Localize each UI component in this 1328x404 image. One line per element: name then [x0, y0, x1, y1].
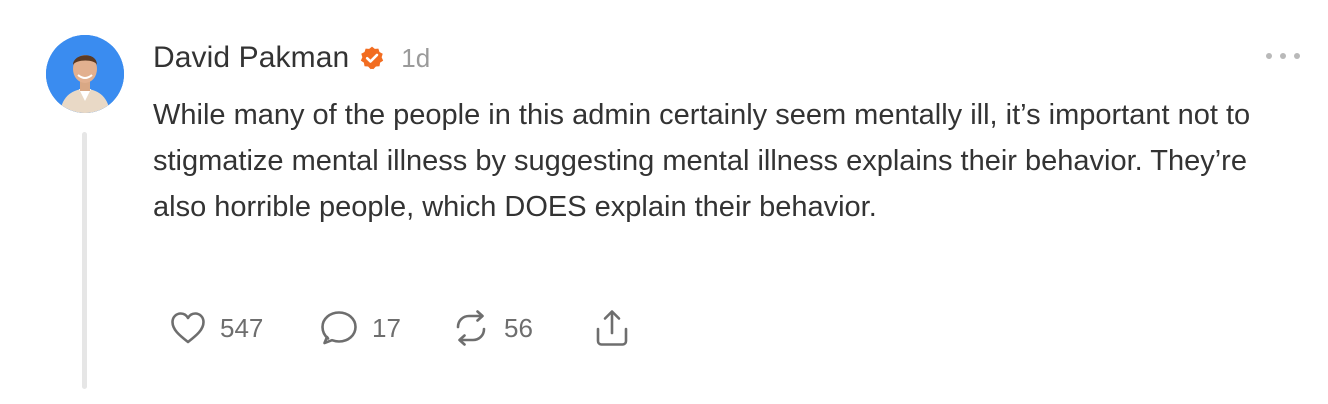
like-button[interactable]: 547 — [170, 311, 320, 345]
avatar[interactable] — [46, 35, 124, 113]
like-count: 547 — [220, 312, 264, 343]
reply-button[interactable]: 17 — [320, 310, 452, 346]
thread-line — [82, 132, 87, 389]
verified-badge-icon — [359, 45, 385, 71]
heart-icon — [171, 312, 205, 344]
dot — [1280, 53, 1286, 59]
post-header: David Pakman 1d — [153, 38, 430, 78]
dot — [1294, 53, 1300, 59]
post-actions: 547 17 56 — [170, 308, 630, 348]
post-text: While many of the people in this admin c… — [153, 99, 1251, 223]
avatar-image — [46, 35, 124, 113]
repost-icon — [456, 310, 486, 346]
author-name[interactable]: David Pakman — [153, 41, 349, 75]
post-timestamp[interactable]: 1d — [401, 43, 430, 74]
share-button[interactable] — [594, 309, 630, 347]
repost-count: 56 — [504, 312, 533, 343]
comment-icon — [321, 311, 357, 345]
share-icon — [596, 310, 628, 346]
thread-post: David Pakman 1d While many of the people… — [0, 0, 1328, 404]
repost-button[interactable]: 56 — [452, 310, 594, 346]
more-options-icon[interactable] — [1266, 46, 1300, 66]
reply-count: 17 — [372, 312, 401, 343]
dot — [1266, 53, 1272, 59]
